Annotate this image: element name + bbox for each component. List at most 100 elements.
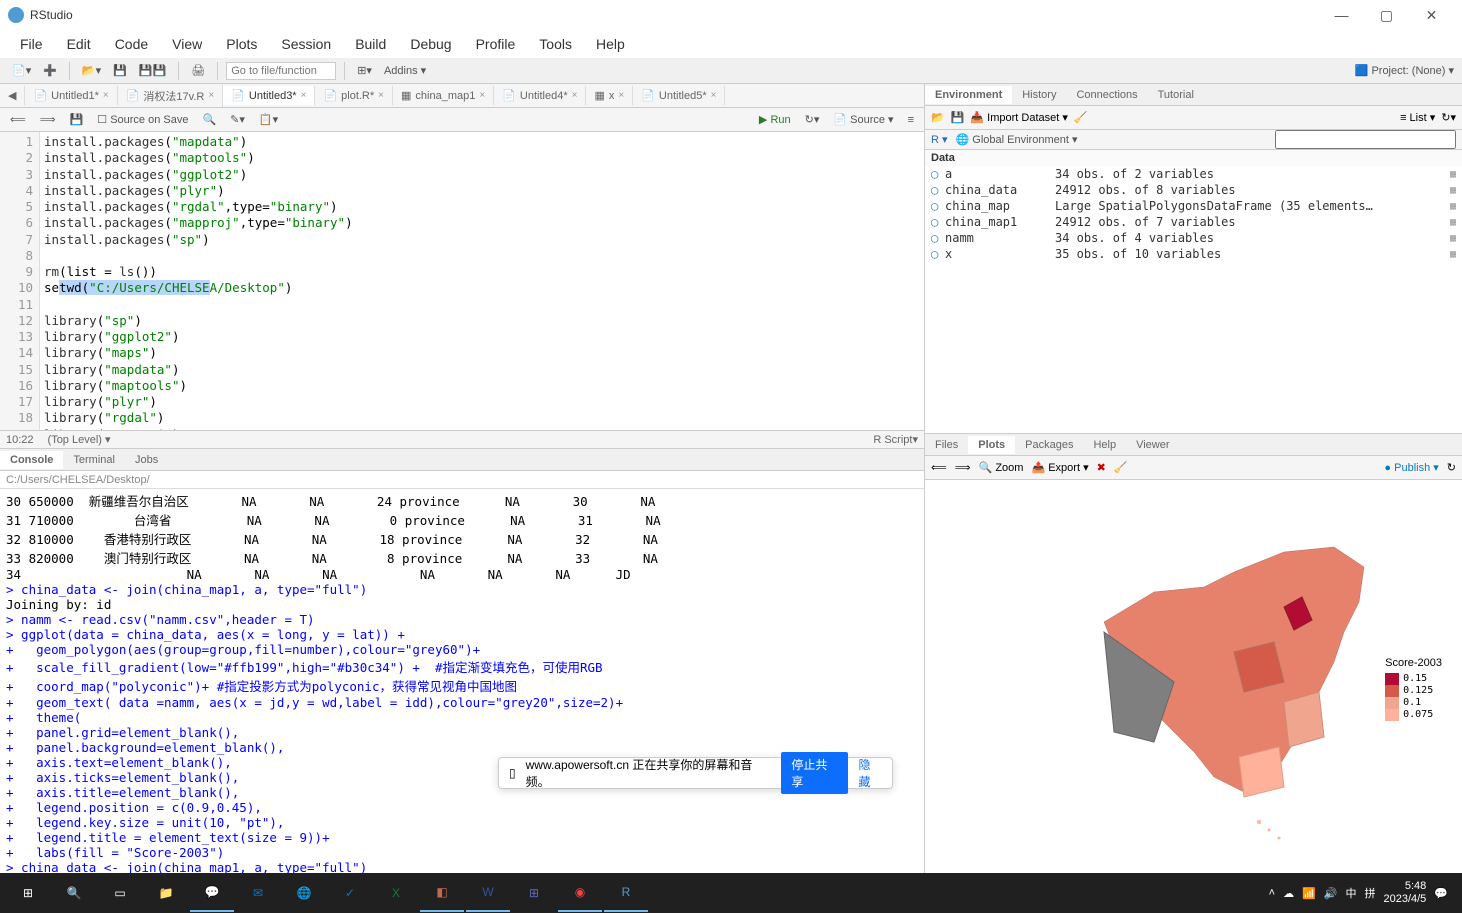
new-project-button[interactable]: ➕ — [39, 62, 61, 79]
load-ws-button[interactable]: 📂 — [931, 111, 945, 124]
source-on-save-check[interactable]: ☐ Source on Save — [93, 111, 192, 128]
env-scope[interactable]: 🌐 Global Environment ▾ — [956, 133, 1078, 146]
back-button[interactable]: ⟸ — [6, 111, 30, 128]
env-row[interactable]: ◯china_map124912 obs. of 7 variables▦ — [925, 214, 1462, 230]
maximize-button[interactable]: ▢ — [1364, 7, 1409, 24]
tab-tutorial[interactable]: Tutorial — [1148, 86, 1204, 104]
tab-viewer[interactable]: Viewer — [1126, 436, 1179, 454]
app1-button[interactable]: ◧ — [420, 874, 464, 912]
new-file-button[interactable]: 📄▾ — [8, 62, 35, 79]
refresh-button[interactable]: ↻▾ — [1441, 111, 1456, 124]
misc-button[interactable]: ⊞▾ — [353, 62, 376, 79]
explorer-button[interactable]: 📁 — [144, 874, 188, 912]
source-button[interactable]: 📄 Source ▾ — [829, 111, 897, 128]
stop-share-button[interactable]: 停止共享 — [781, 752, 848, 794]
edge-button[interactable]: 🌐 — [282, 874, 326, 912]
src-tab-untitled3[interactable]: 📄 Untitled3* × — [223, 86, 315, 105]
save-ws-button[interactable]: 💾 — [951, 111, 965, 124]
console-output[interactable]: 30 650000 新疆维吾尔自治区 NA NA 24 province NA … — [0, 489, 924, 907]
start-button[interactable]: ⊞ — [6, 874, 50, 912]
save-button[interactable]: 💾 — [109, 62, 131, 79]
tray-notif-icon[interactable]: 💬 — [1434, 887, 1448, 900]
publish-button[interactable]: ● Publish ▾ — [1384, 461, 1438, 474]
zoom-button[interactable]: 🔍 Zoom — [979, 461, 1024, 474]
tab-history[interactable]: History — [1012, 86, 1066, 104]
tab-plots[interactable]: Plots — [968, 436, 1015, 454]
menu-code[interactable]: Code — [103, 32, 160, 56]
src-tab-chinamap1[interactable]: ▦ china_map1 × — [393, 86, 494, 105]
outline-button[interactable]: ≡ — [904, 112, 918, 128]
tab-connections[interactable]: Connections — [1066, 86, 1147, 104]
todo-button[interactable]: ✓ — [328, 874, 372, 912]
menu-build[interactable]: Build — [343, 32, 398, 56]
tab-packages[interactable]: Packages — [1015, 436, 1083, 454]
tray-ime2[interactable]: 拼 — [1364, 885, 1375, 901]
menu-help[interactable]: Help — [584, 32, 637, 56]
prev-plot-button[interactable]: ⟸ — [931, 461, 947, 474]
search-button[interactable]: 🔍 — [52, 874, 96, 912]
menu-plots[interactable]: Plots — [214, 32, 269, 56]
clear-ws-button[interactable]: 🧹 — [1074, 111, 1088, 124]
print-button[interactable]: 🖨 — [187, 62, 209, 79]
export-button[interactable]: 📤 Export ▾ — [1031, 461, 1088, 474]
code-editor[interactable]: 123456789101112131415161718192021222324 … — [0, 132, 924, 430]
src-tab-file2[interactable]: 📄 消权法17v.R × — [118, 85, 223, 107]
menu-tools[interactable]: Tools — [527, 32, 584, 56]
mail-button[interactable]: ✉ — [236, 874, 280, 912]
find-button[interactable]: 🔍 — [198, 111, 220, 128]
app2-button[interactable]: ⊞ — [512, 874, 556, 912]
recorder-button[interactable]: ◉ — [558, 874, 602, 912]
hide-share-button[interactable]: 隐藏 — [858, 756, 882, 790]
refresh-plot-button[interactable]: ↻ — [1447, 461, 1456, 474]
src-tab-untitled4[interactable]: 📄 Untitled4* × — [494, 86, 586, 105]
tab-console[interactable]: Console — [0, 451, 63, 469]
env-row[interactable]: ◯china_mapLarge SpatialPolygonsDataFrame… — [925, 198, 1462, 214]
project-indicator[interactable]: 🟦 Project: (None) ▾ — [1355, 64, 1454, 77]
tray-ime1[interactable]: 中 — [1345, 885, 1356, 901]
menu-session[interactable]: Session — [269, 32, 343, 56]
tray-cloud-icon[interactable]: ☁ — [1283, 887, 1294, 900]
save-all-button[interactable]: 💾💾 — [135, 62, 170, 79]
goto-file-input[interactable] — [226, 62, 336, 80]
open-file-button[interactable]: 📂▾ — [78, 62, 105, 79]
src-tab-plotr[interactable]: 📄 plot.R* × — [315, 86, 393, 105]
word-button[interactable]: W — [466, 874, 510, 912]
wand-button[interactable]: ✎▾ — [226, 111, 249, 128]
rstudio-button[interactable]: R — [604, 874, 648, 912]
src-tab-x[interactable]: ▦ x × — [586, 86, 633, 105]
rerun-button[interactable]: ↻▾ — [801, 111, 824, 128]
menu-debug[interactable]: Debug — [398, 32, 463, 56]
env-row[interactable]: ◯a34 obs. of 2 variables▦ — [925, 166, 1462, 182]
tab-terminal[interactable]: Terminal — [63, 451, 125, 469]
scope-indicator[interactable]: (Top Level) ▾ — [48, 433, 111, 446]
minimize-button[interactable]: — — [1319, 7, 1364, 24]
tab-help[interactable]: Help — [1083, 436, 1126, 454]
env-search-input[interactable] — [1275, 130, 1456, 149]
next-plot-button[interactable]: ⟹ — [955, 461, 971, 474]
env-row[interactable]: ◯x35 obs. of 10 variables▦ — [925, 246, 1462, 262]
menu-edit[interactable]: Edit — [55, 32, 103, 56]
src-tab-untitled5[interactable]: 📄 Untitled5* × — [633, 86, 725, 105]
menu-view[interactable]: View — [160, 32, 214, 56]
tray-clock[interactable]: 5:48 2023/4/5 — [1383, 880, 1426, 906]
fwd-button[interactable]: ⟹ — [36, 111, 60, 128]
src-tab-untitled1[interactable]: 📄 Untitled1* × — [25, 86, 117, 105]
close-button[interactable]: ✕ — [1409, 7, 1454, 24]
tab-jobs[interactable]: Jobs — [125, 451, 168, 469]
menu-profile[interactable]: Profile — [464, 32, 528, 56]
tray-chevron-icon[interactable]: ˄ — [1269, 887, 1275, 899]
notebook-button[interactable]: 📋▾ — [255, 111, 282, 128]
env-row[interactable]: ◯china_data24912 obs. of 8 variables▦ — [925, 182, 1462, 198]
clear-plots-button[interactable]: 🧹 — [1114, 461, 1128, 474]
tab-files[interactable]: Files — [925, 436, 968, 454]
run-button[interactable]: ▶ Run — [755, 111, 795, 128]
taskview-button[interactable]: ▭ — [98, 874, 142, 912]
tab-environment[interactable]: Environment — [925, 86, 1012, 104]
import-dataset-button[interactable]: 📥 Import Dataset ▾ — [970, 111, 1067, 124]
excel-button[interactable]: X — [374, 874, 418, 912]
tray-volume-icon[interactable]: 🔊 — [1324, 887, 1338, 900]
menu-file[interactable]: File — [8, 32, 55, 56]
env-view-button[interactable]: ≡ List ▾ — [1400, 111, 1435, 124]
addins-button[interactable]: Addins ▾ — [380, 62, 430, 79]
system-tray[interactable]: ˄ ☁ 📶 🔊 中 拼 5:48 2023/4/5 💬 — [1261, 880, 1456, 906]
